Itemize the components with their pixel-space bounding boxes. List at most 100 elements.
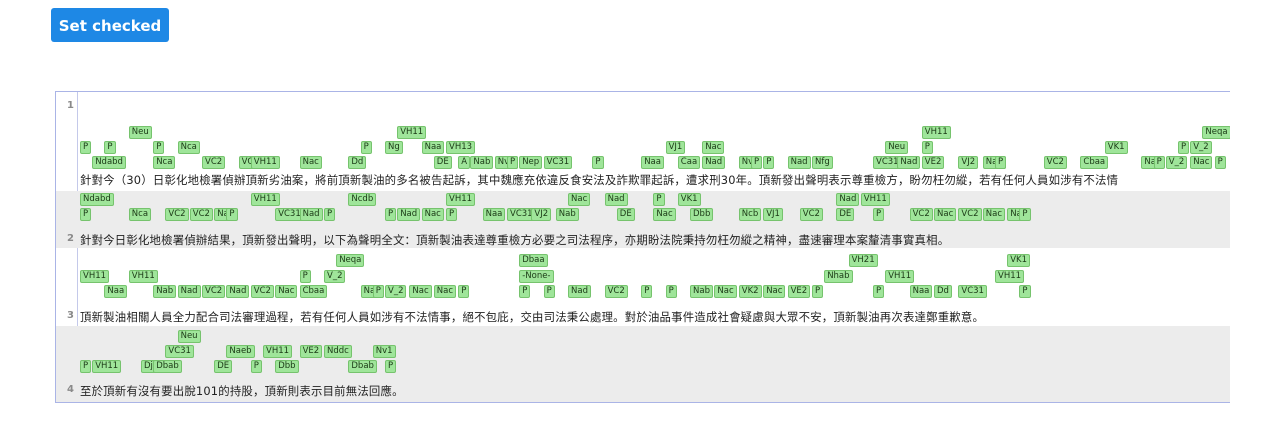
pos-tag[interactable]: V_2 bbox=[1165, 156, 1188, 169]
pos-tag[interactable]: P bbox=[1214, 156, 1226, 169]
pos-tag[interactable]: P bbox=[873, 285, 885, 298]
pos-tag[interactable]: Naa bbox=[641, 156, 664, 169]
pos-tag[interactable]: Nddc bbox=[324, 345, 352, 358]
pos-tag[interactable]: P bbox=[873, 208, 885, 221]
pos-tag[interactable]: P bbox=[519, 285, 531, 298]
pos-tag[interactable]: VH11 bbox=[80, 270, 110, 283]
pos-tag[interactable]: VK1 bbox=[677, 193, 701, 206]
pos-tag[interactable]: Nac bbox=[702, 141, 725, 154]
pos-tag[interactable]: P bbox=[80, 208, 92, 221]
pos-tag[interactable]: P bbox=[995, 156, 1007, 169]
pos-tag[interactable]: P bbox=[665, 285, 677, 298]
pos-tag[interactable]: Ng bbox=[385, 141, 403, 154]
pos-tag[interactable]: VC2 bbox=[958, 208, 982, 221]
pos-tag[interactable]: VC2 bbox=[189, 208, 213, 221]
pos-tag[interactable]: VK1 bbox=[1007, 254, 1030, 267]
pos-tag[interactable]: Ncdb bbox=[348, 193, 377, 206]
pos-tag[interactable]: VK2 bbox=[738, 285, 762, 298]
pos-tag[interactable]: VH11 bbox=[446, 193, 476, 206]
pos-tag[interactable]: Ncb bbox=[738, 208, 762, 221]
pos-tag[interactable]: Nac bbox=[982, 208, 1006, 221]
sentence-row-1[interactable]: 1 Neu VH11 VH11 Neqa P P P Nca P Ng Naa VH13 VJ1 Nac N… bbox=[56, 92, 1230, 187]
pos-tag[interactable]: VH11 bbox=[397, 126, 427, 139]
pos-tag[interactable]: Nac bbox=[275, 285, 298, 298]
pos-tag[interactable]: P bbox=[751, 156, 763, 169]
pos-tag[interactable]: A bbox=[458, 156, 471, 169]
pos-tag[interactable]: P bbox=[446, 208, 458, 221]
pos-tag[interactable]: V_2 bbox=[1190, 141, 1212, 154]
pos-tag[interactable]: Dbab bbox=[348, 360, 377, 373]
pos-tag[interactable]: P bbox=[80, 360, 92, 373]
pos-tag[interactable]: P bbox=[543, 285, 555, 298]
pos-tag[interactable]: Nad bbox=[604, 193, 628, 206]
pos-tag[interactable]: VH11 bbox=[921, 126, 951, 139]
pos-tag[interactable]: Nad bbox=[897, 156, 921, 169]
sentence-row-3[interactable]: 3 Neqa Dbaa VH21 VK1 VH11 VH11 P V_2 -None- Nhab V… bbox=[56, 252, 1230, 325]
pos-tag[interactable]: P bbox=[360, 141, 372, 154]
pos-tag[interactable]: Nad bbox=[568, 285, 591, 298]
pos-tag[interactable]: Nca bbox=[153, 156, 176, 169]
pos-tag[interactable]: Nad bbox=[177, 285, 201, 298]
pos-tag[interactable]: Naa bbox=[909, 285, 933, 298]
pos-tag[interactable]: Dbb bbox=[690, 208, 714, 221]
pos-tag[interactable]: P bbox=[372, 285, 384, 298]
pos-tag[interactable]: DE bbox=[214, 360, 233, 373]
pos-tag[interactable]: DE bbox=[836, 208, 855, 221]
pos-tag[interactable]: Nca bbox=[177, 141, 200, 154]
pos-tag[interactable]: Nac bbox=[421, 208, 444, 221]
pos-tag[interactable]: Dbaa bbox=[519, 254, 548, 267]
pos-tag[interactable]: Nfg bbox=[812, 156, 833, 169]
pos-tag[interactable]: P bbox=[299, 270, 311, 283]
pos-tag[interactable]: VH11 bbox=[860, 193, 890, 206]
pos-tag[interactable]: P bbox=[458, 285, 470, 298]
pos-tag[interactable]: P bbox=[250, 360, 262, 373]
pos-tag[interactable]: Nac bbox=[653, 208, 676, 221]
pos-tag[interactable]: Ndabd bbox=[92, 156, 126, 169]
pos-tag[interactable]: Nab bbox=[555, 208, 579, 221]
pos-tag[interactable]: Naa bbox=[482, 208, 506, 221]
pos-tag[interactable]: P bbox=[1153, 156, 1165, 169]
pos-tag[interactable]: VC2 bbox=[250, 285, 274, 298]
pos-tag[interactable]: Neu bbox=[177, 330, 201, 343]
pos-tag[interactable]: Nep bbox=[519, 156, 543, 169]
pos-tag[interactable]: P bbox=[385, 208, 397, 221]
pos-tag[interactable]: VE2 bbox=[787, 285, 811, 298]
pos-tag[interactable]: VH11 bbox=[92, 360, 122, 373]
pos-tag[interactable]: Nad bbox=[397, 208, 421, 221]
pos-tag[interactable]: Naa bbox=[421, 141, 445, 154]
pos-tag[interactable]: Caa bbox=[677, 156, 701, 169]
pos-tag[interactable]: Neu bbox=[885, 141, 909, 154]
pos-tag[interactable]: Ndabd bbox=[80, 193, 114, 206]
pos-tag[interactable]: P bbox=[80, 141, 92, 154]
pos-tag[interactable]: VC2 bbox=[202, 156, 226, 169]
pos-tag[interactable]: P bbox=[385, 360, 397, 373]
sentence-row-4[interactable]: 4 Neu VC31 Naeb VH11 VE2 Nddc Nv1 P VH11 Dj Dbab DE… bbox=[56, 326, 1230, 402]
pos-tag[interactable]: VC2 bbox=[1043, 156, 1067, 169]
pos-tag[interactable]: VH11 bbox=[885, 270, 915, 283]
pos-tag[interactable]: Nac bbox=[433, 285, 457, 298]
pos-tag[interactable]: Nad bbox=[702, 156, 726, 169]
pos-tag[interactable]: Neu bbox=[128, 126, 152, 139]
pos-tag[interactable]: Naa bbox=[104, 285, 128, 298]
pos-tag[interactable]: VH11 bbox=[995, 270, 1025, 283]
pos-tag[interactable]: DE bbox=[616, 208, 635, 221]
pos-tag[interactable]: P bbox=[921, 141, 933, 154]
pos-tag[interactable]: VH11 bbox=[250, 156, 280, 169]
pos-tag[interactable]: VJ2 bbox=[531, 208, 552, 221]
pos-tag[interactable]: P bbox=[507, 156, 519, 169]
pos-tag[interactable]: VC31 bbox=[958, 285, 987, 298]
pos-tag[interactable]: Nac bbox=[714, 285, 737, 298]
pos-tag[interactable]: VJ2 bbox=[958, 156, 979, 169]
pos-tag[interactable]: P bbox=[1019, 285, 1031, 298]
pos-tag[interactable]: VJ1 bbox=[763, 208, 783, 221]
pos-tag[interactable]: Nca bbox=[128, 208, 152, 221]
pos-tag[interactable]: P bbox=[653, 193, 665, 206]
pos-tag[interactable]: VH11 bbox=[263, 345, 293, 358]
pos-tag[interactable]: Nv1 bbox=[372, 345, 396, 358]
pos-tag[interactable]: Neqa bbox=[1202, 126, 1230, 139]
pos-tag[interactable]: VC2 bbox=[604, 285, 628, 298]
pos-tag[interactable]: Dd bbox=[934, 285, 952, 298]
pos-tag[interactable]: Cbaa bbox=[299, 285, 328, 298]
pos-tag[interactable]: P bbox=[324, 208, 336, 221]
pos-tag[interactable]: P bbox=[1019, 208, 1031, 221]
